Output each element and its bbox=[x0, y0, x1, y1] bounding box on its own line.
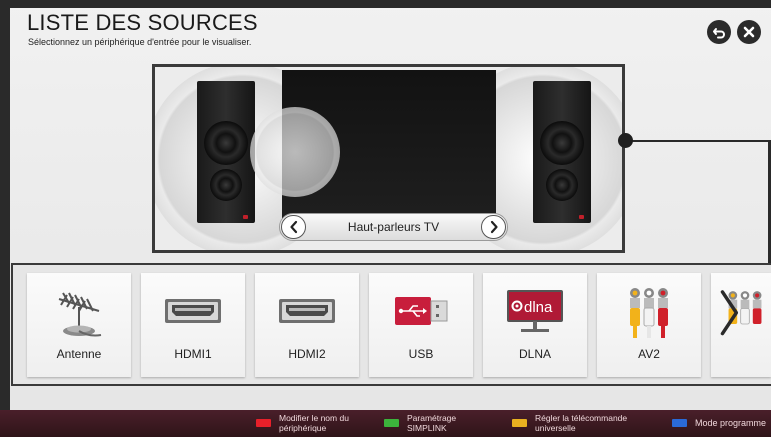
source-label: USB bbox=[408, 347, 434, 361]
source-card-av2[interactable]: AV2 bbox=[597, 273, 701, 377]
source-list-screen: LISTE DES SOURCES Sélectionnez un périph… bbox=[0, 0, 771, 437]
audio-output-selector[interactable]: Haut-parleurs TV bbox=[279, 213, 508, 241]
source-label: HDMI2 bbox=[288, 347, 326, 361]
source-label: AV2 bbox=[638, 347, 660, 361]
hint-text-line1: Modifier le nom du bbox=[279, 413, 349, 423]
close-icon bbox=[743, 26, 755, 38]
previous-output-button[interactable] bbox=[281, 215, 306, 239]
rca-cables-icon bbox=[630, 288, 668, 338]
hint-text-line1: Régler la télécommande bbox=[535, 413, 628, 423]
hint-universal-remote[interactable]: Régler la télécommande universelle bbox=[512, 413, 627, 433]
source-card-hdmi2[interactable]: HDMI2 bbox=[255, 273, 359, 377]
hint-text-line2: périphérique bbox=[279, 423, 327, 433]
hint-text-line2: universelle bbox=[535, 423, 576, 433]
next-output-button[interactable] bbox=[481, 215, 506, 239]
hdmi-port-icon bbox=[279, 299, 335, 323]
yellow-key-icon bbox=[512, 419, 527, 427]
hint-simplink-settings[interactable]: Paramétrage SIMPLINK bbox=[384, 413, 456, 433]
left-speaker-illustration bbox=[197, 81, 255, 223]
dlna-icon: dlna bbox=[507, 290, 563, 332]
hint-text-line1: Mode programme bbox=[695, 418, 767, 428]
sound-waves-center bbox=[250, 107, 340, 197]
output-preview: Haut-parleurs TV bbox=[152, 64, 625, 253]
red-key-icon bbox=[256, 419, 271, 427]
hdmi-port-icon bbox=[165, 299, 221, 323]
hint-text-line1: Paramétrage bbox=[407, 413, 457, 423]
source-label: Antenne bbox=[56, 347, 102, 361]
source-label: DLNA bbox=[518, 347, 551, 361]
hint-text-line2: SIMPLINK bbox=[407, 423, 447, 433]
rca-cables-icon bbox=[720, 290, 762, 336]
focus-connector-dot bbox=[618, 133, 633, 148]
source-card-usb[interactable]: USB bbox=[369, 273, 473, 377]
source-card-dlna[interactable]: dlna DLNA bbox=[483, 273, 587, 377]
antenna-icon bbox=[58, 292, 102, 337]
blue-key-icon bbox=[672, 419, 687, 427]
source-label: HDMI1 bbox=[174, 347, 212, 361]
screen-edge-left bbox=[0, 0, 10, 437]
color-key-hint-bar: Modifier le nom du périphérique Paramétr… bbox=[0, 410, 771, 437]
dlna-logo-text: dlna bbox=[524, 299, 553, 316]
source-card-partial[interactable] bbox=[711, 273, 771, 377]
hint-program-mode[interactable]: Mode programme bbox=[672, 418, 766, 428]
close-button[interactable] bbox=[737, 20, 761, 44]
back-icon bbox=[713, 28, 725, 39]
usb-icon bbox=[395, 297, 448, 325]
back-button[interactable] bbox=[707, 20, 731, 44]
page-subtitle: Sélectionnez un périphérique d'entrée po… bbox=[28, 37, 252, 47]
chevron-left-icon bbox=[289, 220, 297, 234]
source-card-hdmi1[interactable]: HDMI1 bbox=[141, 273, 245, 377]
green-key-icon bbox=[384, 419, 399, 427]
chevron-right-icon bbox=[490, 220, 498, 234]
focus-connector-line bbox=[625, 140, 771, 142]
right-speaker-illustration bbox=[533, 81, 591, 223]
source-card-antenne[interactable]: Antenne bbox=[27, 273, 131, 377]
source-list-strip: Antenne HDMI1 HDMI2 USB dlna DLNA AV2 bbox=[11, 263, 771, 386]
audio-output-label: Haut-parleurs TV bbox=[347, 220, 440, 234]
page-title: LISTE DES SOURCES bbox=[27, 10, 258, 35]
screen-edge-top bbox=[0, 0, 771, 8]
hint-rename-device[interactable]: Modifier le nom du périphérique bbox=[256, 413, 349, 433]
